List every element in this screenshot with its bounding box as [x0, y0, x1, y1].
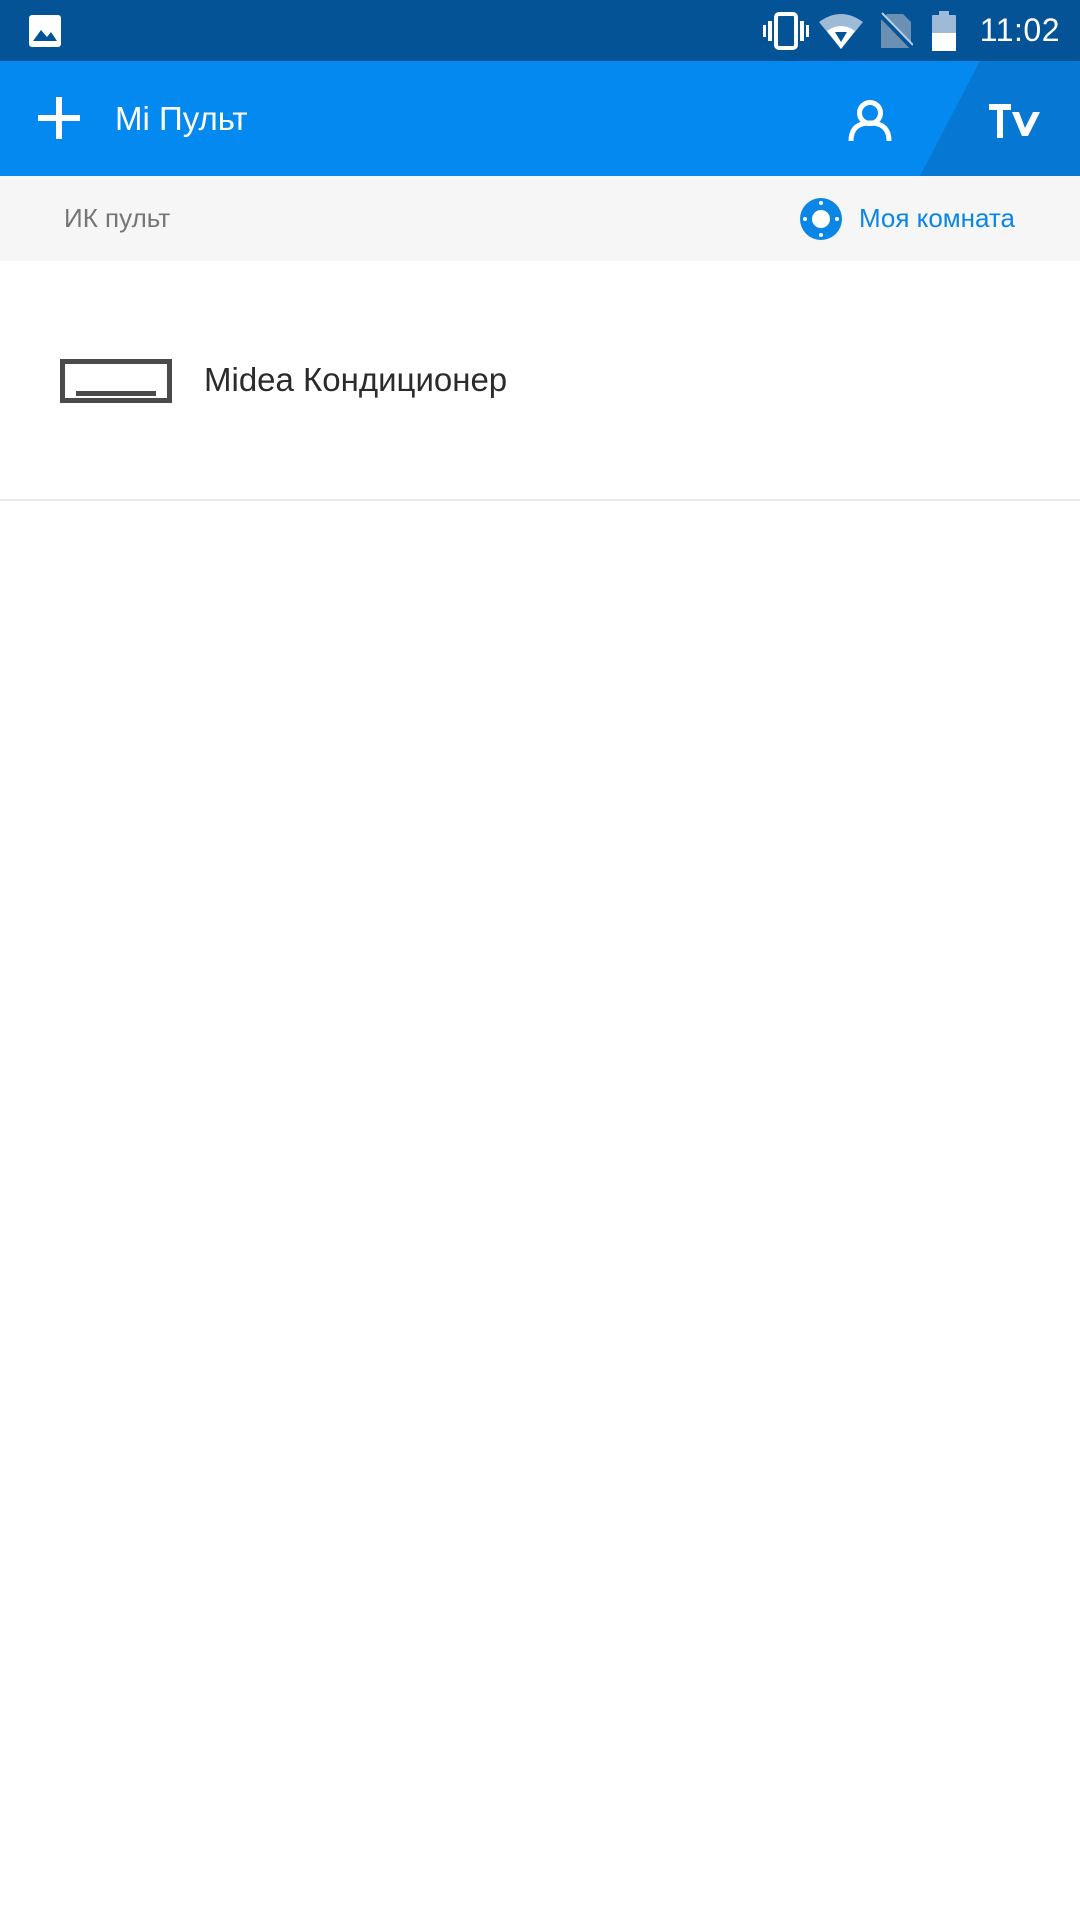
profile-button[interactable] [838, 89, 902, 153]
user-icon [848, 100, 892, 142]
tv-button[interactable] [980, 87, 1050, 151]
status-bar: 11:02 [0, 0, 1080, 61]
device-list: Midea Кондиционер [0, 261, 1080, 501]
app-title: Mi Пульт [115, 100, 248, 137]
add-remote-button[interactable] [30, 89, 88, 147]
no-sim-icon [870, 0, 922, 61]
status-time: 11:02 [979, 12, 1060, 48]
device-name: Midea Кондиционер [204, 361, 508, 398]
room-label: Моя комната [858, 203, 1015, 233]
tv-logo-icon [989, 104, 1040, 138]
status-icons: 11:02 [760, 0, 1080, 61]
air-conditioner-icon [60, 359, 172, 403]
vibrate-icon [760, 0, 812, 61]
room-dial-icon [799, 197, 843, 241]
image-notification-icon [28, 14, 62, 48]
sub-header: ИК пульт Моя комната [0, 176, 1080, 261]
list-item[interactable]: Midea Кондиционер [0, 261, 1080, 501]
ir-remote-label: ИК пульт [64, 203, 171, 233]
app-bar: Mi Пульт [0, 61, 1080, 176]
room-selector[interactable]: Моя комната [799, 176, 1015, 261]
battery-icon [922, 0, 966, 61]
screen: 11:02 Mi Пульт ИК пульт Моя комната Mide… [0, 0, 1080, 1920]
wifi-icon [812, 0, 870, 61]
plus-icon [38, 97, 80, 139]
